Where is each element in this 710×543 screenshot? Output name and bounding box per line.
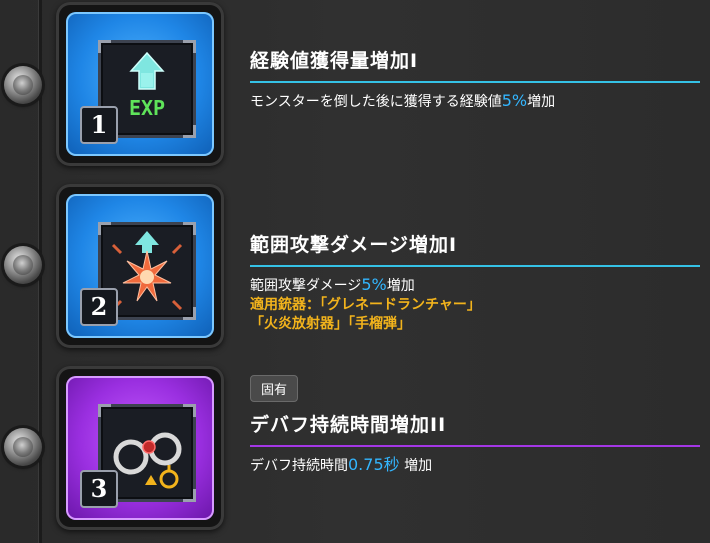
skill-2-weapons-line-1: 適用銃器：「グレネードランチャー」 xyxy=(250,297,481,313)
skill-1-tile: EXP 1 xyxy=(66,12,214,156)
skill-3-divider xyxy=(250,445,700,447)
exp-icon-text: EXP xyxy=(129,96,165,120)
skill-2-title: 範囲攻撃ダメージ増加I xyxy=(250,234,458,256)
skill-3-tile: 3 xyxy=(66,376,214,520)
skill-2-info: 範囲攻撃ダメージ増加I 範囲攻撃ダメージ5%増加 適用銃器：「グレネードランチャ… xyxy=(250,230,700,334)
skill-3-title: デバフ持続時間増加II xyxy=(250,414,447,436)
skill-1-value: 5% xyxy=(501,91,528,110)
skill-1-title: 経験値獲得量増加I xyxy=(250,50,419,72)
skill-1-number: 1 xyxy=(80,106,118,144)
skill-2-divider xyxy=(250,265,700,267)
skill-list-panel: EXP 1 経験値獲得量増加I モンスターを倒した後に獲得する経験値5%増加 2… xyxy=(0,0,710,543)
skill-1-node xyxy=(4,66,42,104)
unique-tag: 固有 xyxy=(250,375,299,402)
skill-2-node xyxy=(4,246,42,284)
skill-3-info: 固有 デバフ持続時間増加II デバフ持続時間0.75秒 増加 xyxy=(250,375,700,476)
skill-3-value: 0.75秒 xyxy=(348,455,400,474)
skill-2-description: 範囲攻撃ダメージ5%増加 xyxy=(250,275,415,294)
skill-3-description: デバフ持続時間0.75秒 増加 xyxy=(250,455,433,474)
skill-1-divider xyxy=(250,81,700,83)
skill-2-tile: 2 xyxy=(66,194,214,338)
skill-1-description: モンスターを倒した後に獲得する経験値5%増加 xyxy=(250,91,556,110)
skill-3-number: 3 xyxy=(80,470,118,508)
skill-2-icon-frame[interactable]: 2 xyxy=(56,184,224,348)
skill-3-icon-frame[interactable]: 3 xyxy=(56,366,224,530)
skill-2-number: 2 xyxy=(80,288,118,326)
skill-1-icon-frame[interactable]: EXP 1 xyxy=(56,2,224,166)
skill-2-value: 5% xyxy=(361,275,387,294)
skill-1-info: 経験値獲得量増加I モンスターを倒した後に獲得する経験値5%増加 xyxy=(250,46,700,112)
skill-2-weapons-line-2: 「火炎放射器」「手榴弾」 xyxy=(250,316,411,332)
skill-3-node xyxy=(4,428,42,466)
